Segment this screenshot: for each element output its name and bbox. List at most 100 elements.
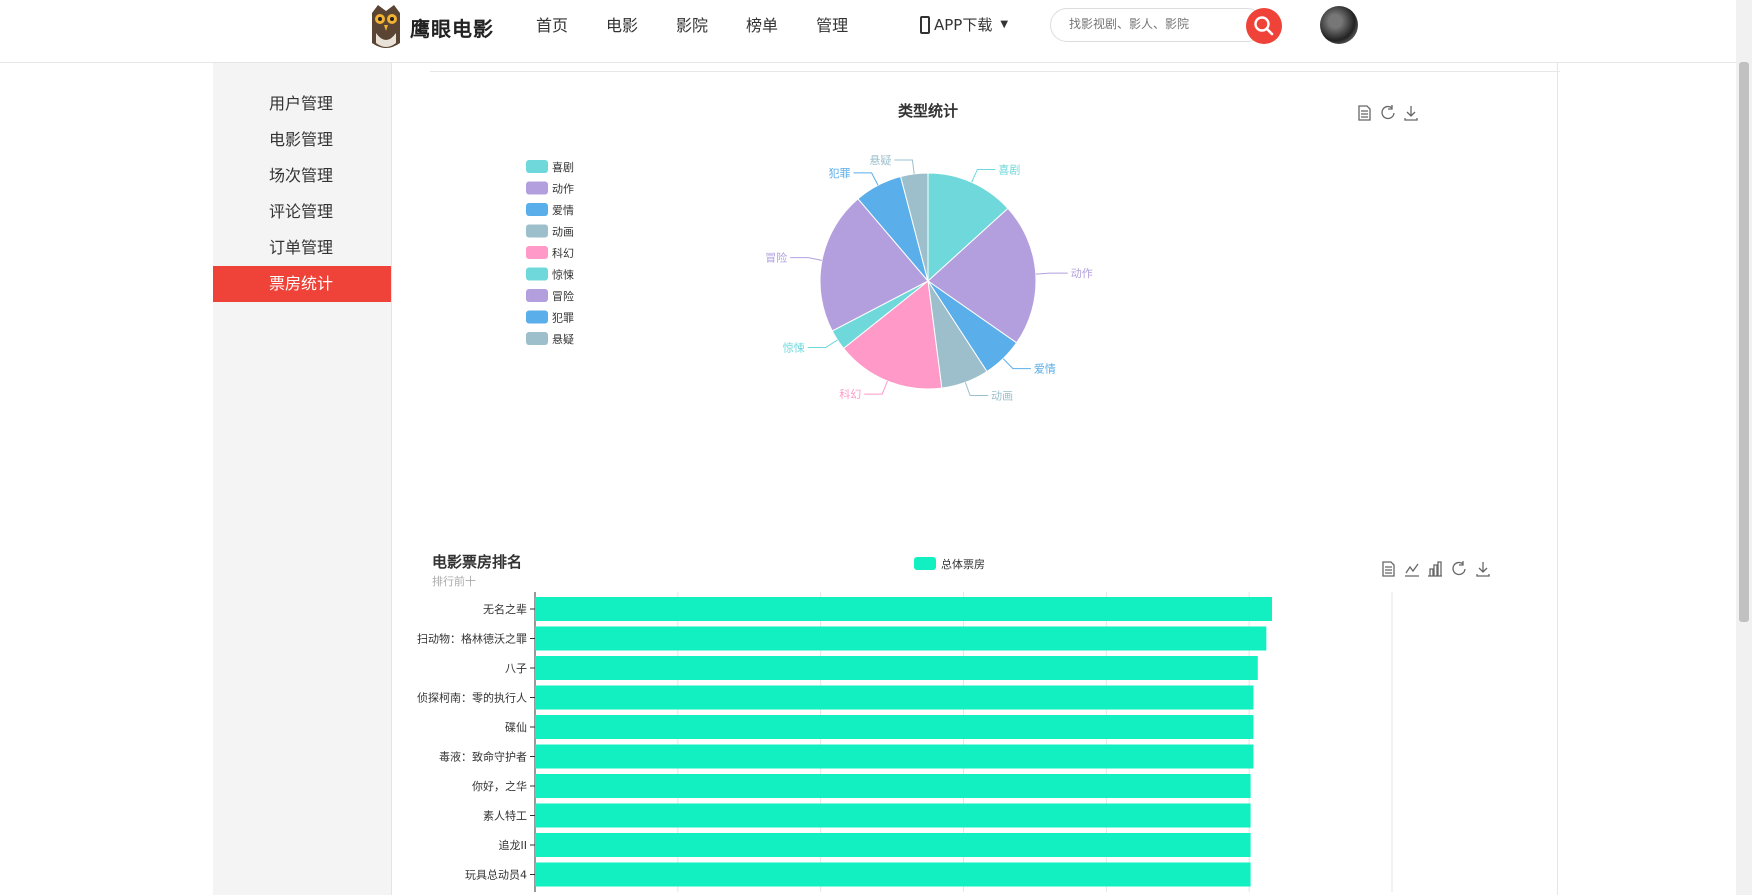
admin-sidebar: 用户管理 电影管理 场次管理 评论管理 订单管理 票房统计 <box>213 63 392 895</box>
pie-legend-label-0: 喜剧 <box>552 161 574 174</box>
sidebar-item-movies[interactable]: 电影管理 <box>213 122 391 158</box>
nav-rankings[interactable]: 榜单 <box>746 14 778 38</box>
refresh-icon[interactable] <box>1452 561 1466 576</box>
app-download-label: APP下载 <box>934 16 993 34</box>
data-view-icon[interactable] <box>1382 561 1395 577</box>
boxoffice-bar-chart: 电影票房排名 排行前十 总体票房 无名之辈扫动物：格林德沃之罪八子侦探柯南：零的… <box>417 553 1490 892</box>
pie-label-0: 喜剧 <box>998 163 1020 176</box>
pie-label-line-5 <box>807 339 838 349</box>
bar-legend-swatch <box>914 557 936 570</box>
pie-label-7: 犯罪 <box>829 167 851 180</box>
bar-category-label-9: 玩具总动员4 <box>465 868 527 882</box>
pie-label-line-3 <box>964 382 989 396</box>
bar-legend: 总体票房 <box>914 557 985 571</box>
bar-category-label-2: 八子 <box>505 662 527 675</box>
pie-legend-label-7: 犯罪 <box>552 312 574 325</box>
pie-label-1: 动作 <box>1071 267 1093 280</box>
scrollbar-thumb[interactable] <box>1739 62 1749 622</box>
pie-label-3: 动画 <box>991 389 1013 402</box>
pie-label-line-6 <box>790 257 823 261</box>
bar-4[interactable] <box>535 715 1254 739</box>
data-view-icon[interactable] <box>1358 105 1371 121</box>
bar-9[interactable] <box>535 862 1251 887</box>
sidebar-item-sessions[interactable]: 场次管理 <box>213 158 391 194</box>
pie-slices <box>819 172 1037 390</box>
bar-5[interactable] <box>535 744 1254 769</box>
bar-category-label-5: 毒液：致命守护者 <box>439 750 527 764</box>
search-input[interactable] <box>1067 16 1231 32</box>
pie-label-line-8 <box>894 159 915 174</box>
nav-movies[interactable]: 电影 <box>606 14 638 38</box>
pie-legend-swatch-1[interactable] <box>526 181 548 195</box>
line-chart-icon[interactable] <box>1405 563 1419 577</box>
pie-legend-label-4: 科幻 <box>552 246 574 260</box>
bar-category-labels: 无名之辈扫动物：格林德沃之罪八子侦探柯南：零的执行人碟仙毒液：致命守护者你好，之… <box>417 602 527 882</box>
top-header: 鹰眼电影 首页 电影 影院 榜单 管理 APP下载 ▼ <box>0 0 1736 63</box>
refresh-icon[interactable] <box>1381 105 1395 120</box>
pie-legend: 喜剧动作爱情动画科幻惊悚冒险犯罪悬疑 <box>526 160 574 346</box>
brand-logo[interactable]: 鹰眼电影 <box>368 2 494 52</box>
nav-cinemas[interactable]: 影院 <box>676 14 708 38</box>
bar-6[interactable] <box>535 774 1251 798</box>
bar-2[interactable] <box>535 656 1258 680</box>
pie-legend-label-2: 爱情 <box>552 204 574 217</box>
bar-0[interactable] <box>535 597 1273 621</box>
sidebar-item-users[interactable]: 用户管理 <box>213 86 391 122</box>
pie-label-line-2 <box>1002 358 1031 370</box>
bar-3[interactable] <box>535 685 1254 710</box>
genre-pie-chart: 类型统计 喜剧动作爱情动画科幻惊悚冒险犯罪悬疑 喜剧动作爱情动画科幻惊悚冒险犯罪… <box>526 102 1418 402</box>
pie-legend-swatch-7[interactable] <box>526 310 548 324</box>
pie-legend-label-1: 动作 <box>552 183 574 196</box>
pie-toolbox <box>1358 105 1418 121</box>
pie-label-2: 爱情 <box>1034 363 1056 376</box>
pie-chart-title: 类型统计 <box>898 102 958 120</box>
pie-legend-swatch-5[interactable] <box>526 267 548 281</box>
pie-label-6: 冒险 <box>765 251 787 265</box>
pie-legend-swatch-4[interactable] <box>526 246 548 259</box>
user-avatar[interactable] <box>1320 6 1358 44</box>
bar-1[interactable] <box>535 626 1267 651</box>
bar-category-label-8: 追龙II <box>499 838 528 852</box>
phone-icon <box>920 15 930 34</box>
pie-legend-swatch-2[interactable] <box>526 203 548 216</box>
bar-legend-label: 总体票房 <box>941 557 985 571</box>
download-icon[interactable] <box>1476 562 1490 577</box>
pie-legend-label-3: 动画 <box>552 226 574 239</box>
pie-legend-swatch-0[interactable] <box>526 160 548 173</box>
bar-category-label-0: 无名之辈 <box>483 602 527 616</box>
pie-label-line-1 <box>1035 272 1068 275</box>
sidebar-item-orders[interactable]: 订单管理 <box>213 230 391 266</box>
sidebar-item-comments[interactable]: 评论管理 <box>213 194 391 230</box>
bar-category-label-7: 素人特工 <box>483 809 527 823</box>
nav-admin[interactable]: 管理 <box>816 14 848 38</box>
app-download-menu[interactable]: APP下载 ▼ <box>920 14 1008 35</box>
download-icon[interactable] <box>1404 106 1418 121</box>
nav-home[interactable]: 首页 <box>536 14 568 38</box>
bar-marks <box>535 597 1273 887</box>
search-button[interactable] <box>1246 8 1282 44</box>
bar-category-label-3: 侦探柯南：零的执行人 <box>417 691 527 705</box>
pie-legend-label-8: 悬疑 <box>552 333 574 346</box>
bar-category-label-4: 碟仙 <box>505 721 527 734</box>
bar-8[interactable] <box>535 833 1251 857</box>
bar-category-label-1: 扫动物：格林德沃之罪 <box>417 632 527 646</box>
pie-label-8: 悬疑 <box>869 154 891 167</box>
page-scrollbar[interactable] <box>1736 0 1752 895</box>
pie-legend-label-5: 惊悚 <box>552 268 574 282</box>
pie-legend-swatch-3[interactable] <box>526 224 548 238</box>
main-nav: 首页 电影 影院 榜单 管理 <box>536 14 886 38</box>
chevron-down-icon: ▼ <box>1000 19 1009 30</box>
brand-name: 鹰眼电影 <box>410 16 494 41</box>
bar-chart-subtitle: 排行前十 <box>432 574 476 588</box>
search-icon <box>1254 16 1274 36</box>
pie-legend-swatch-8[interactable] <box>526 332 548 345</box>
bar-chart-icon[interactable] <box>1428 561 1442 577</box>
search-box <box>1050 8 1264 42</box>
pie-legend-label-6: 冒险 <box>552 289 574 303</box>
main-content: 类型统计 喜剧 动作 爱情 动画 科幻 惊悚 冒险 犯罪 悬疑 喜剧 动作 爱情 动画 科幻 惊悚 冒险 犯罪… <box>392 63 1560 895</box>
sidebar-item-boxoffice[interactable]: 票房统计 <box>213 266 391 302</box>
bar-7[interactable] <box>535 803 1251 828</box>
pie-legend-swatch-6[interactable] <box>526 289 548 302</box>
pie-label-line-7 <box>853 172 879 186</box>
logo-icon <box>372 5 400 48</box>
